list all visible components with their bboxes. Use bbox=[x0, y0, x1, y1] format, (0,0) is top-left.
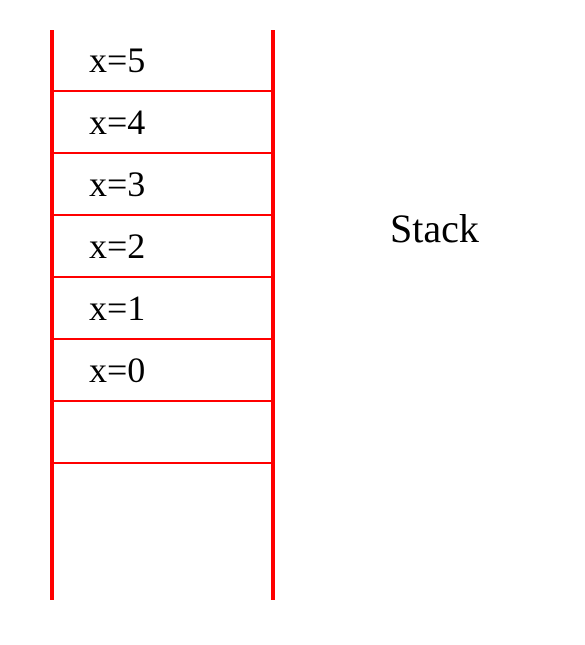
stack-cell: x=3 bbox=[54, 154, 271, 216]
stack-container: x=5 x=4 x=3 x=2 x=1 x=0 bbox=[50, 30, 275, 600]
stack-cell-label: x=3 bbox=[89, 163, 145, 205]
stack-cell-label: x=1 bbox=[89, 287, 145, 329]
stack-cell-label: x=4 bbox=[89, 101, 145, 143]
stack-cell: x=2 bbox=[54, 216, 271, 278]
stack-cell-label: x=2 bbox=[89, 225, 145, 267]
stack-cell-label: x=5 bbox=[89, 39, 145, 81]
stack-label: Stack bbox=[390, 205, 479, 252]
stack-cell bbox=[54, 402, 271, 464]
stack-cell-label: x=0 bbox=[89, 349, 145, 391]
stack-cell: x=4 bbox=[54, 92, 271, 154]
stack-cell: x=5 bbox=[54, 30, 271, 92]
stack-cell: x=0 bbox=[54, 340, 271, 402]
stack-cell: x=1 bbox=[54, 278, 271, 340]
